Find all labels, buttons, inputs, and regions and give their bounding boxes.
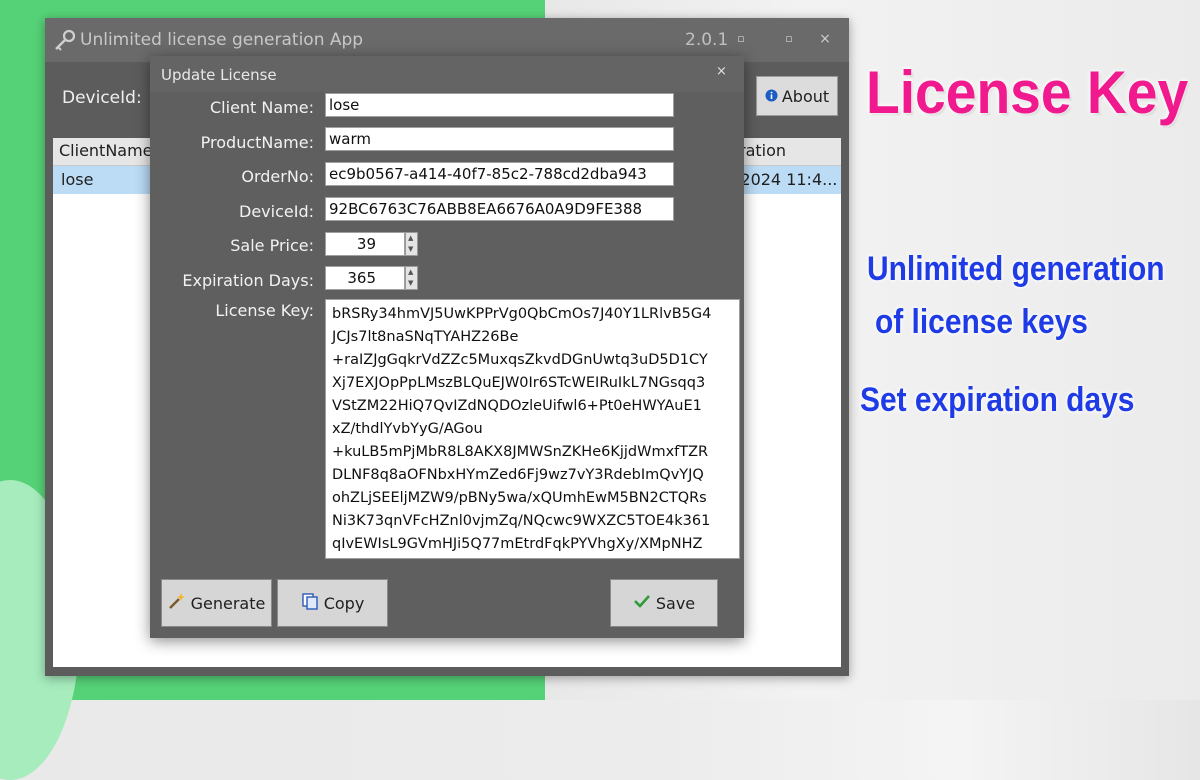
key-icon — [53, 28, 77, 52]
about-label: About — [781, 86, 830, 106]
magic-wand-icon — [168, 592, 186, 614]
stepper-up-icon[interactable]: ▲ — [408, 234, 413, 242]
column-header-clientname[interactable]: ClientName — [59, 141, 153, 160]
checkmark-icon — [633, 592, 651, 614]
about-button[interactable]: About — [756, 76, 838, 116]
license-key-line: bRSRy34hmVJ5UwKPPrVg0QbCmOs7J40Y1LRlvB5G… — [332, 306, 712, 322]
cell-client-name: lose — [61, 170, 94, 189]
stepper-down-icon[interactable]: ▼ — [408, 279, 413, 287]
copy-icon — [301, 592, 319, 614]
copy-label: Copy — [323, 593, 365, 613]
sale-price-label: Sale Price: — [230, 236, 314, 255]
column-header-expiration[interactable]: ration — [739, 141, 786, 160]
cell-expiration: /2024 11:4... — [735, 170, 838, 189]
license-key-textarea[interactable]: bRSRy34hmVJ5UwKPPrVg0QbCmOs7J40Y1LRlvB5G… — [325, 299, 740, 559]
save-label: Save — [655, 593, 696, 613]
license-key-line: Xj7EXJOpPpLMszBLQuEJW0Ir6STcWEIRuIkL7NGs… — [332, 375, 706, 391]
order-no-label: OrderNo: — [241, 167, 314, 186]
promo-line-unlimited: Unlimited generation — [867, 250, 1165, 288]
product-name-field[interactable]: warm — [325, 127, 674, 151]
sale-price-field[interactable]: 39 — [325, 232, 405, 256]
dialog-title: Update License — [161, 66, 277, 84]
expiration-days-stepper[interactable]: ▲ ▼ — [405, 266, 418, 290]
dialog-close-icon[interactable]: × — [716, 64, 727, 79]
expiration-days-label: Expiration Days: — [182, 271, 314, 290]
order-no-field[interactable]: ec9b0567-a414-40f7-85c2-788cd2dba943 — [325, 162, 674, 186]
license-key-line: DLNF8q8aOFNbxHYmZed6Fj9wz7vY3RdebImQvYJQ — [332, 467, 704, 483]
deviceid-label: DeviceId: — [62, 88, 142, 108]
copy-button[interactable]: Copy — [277, 579, 388, 627]
license-key-line: xZ/thdlYvbYyG/AGou — [332, 421, 483, 437]
license-key-line: Ni3K73qnVFcHZnl0vjmZq/NQcwc9WXZC5TOE4k36… — [332, 513, 711, 529]
device-id-label: DeviceId: — [239, 202, 314, 221]
app-version: 2.0.1 — [685, 30, 729, 50]
product-name-label: ProductName: — [200, 133, 314, 152]
info-icon — [765, 87, 778, 106]
license-key-line: VStZM22HiQ7QvIZdNQDOzleUifwl6+Pt0eHWYAuE… — [332, 398, 702, 414]
client-name-label: Client Name: — [210, 98, 314, 117]
promo-line-expiration: Set expiration days — [860, 381, 1135, 419]
stepper-down-icon[interactable]: ▼ — [408, 245, 413, 253]
update-license-dialog: Update License × Client Name: lose Produ… — [150, 56, 744, 638]
minimize-icon[interactable]: ▫ — [732, 30, 750, 48]
license-key-line: ohZLjSEEljMZW9/pBNy5wa/xQUmhEwM5BN2CTQRs — [332, 490, 707, 506]
client-name-field[interactable]: lose — [325, 93, 674, 117]
maximize-icon[interactable]: ▫ — [780, 30, 798, 48]
promo-line-keys: of license keys — [875, 303, 1088, 341]
sale-price-stepper[interactable]: ▲ ▼ — [405, 232, 418, 256]
device-id-field[interactable]: 92BC6763C76ABB8EA6676A0A9D9FE388 — [325, 197, 674, 221]
dialog-titlebar[interactable]: Update License × — [150, 56, 744, 92]
stepper-up-icon[interactable]: ▲ — [408, 268, 413, 276]
generate-button[interactable]: Generate — [161, 579, 272, 627]
close-icon[interactable]: × — [816, 30, 834, 48]
app-title: Unlimited license generation App — [80, 30, 364, 50]
license-key-line: +raIZJgGqkrVdZZc5MuxqsZkvdDGnUwtq3uD5D1C… — [332, 352, 708, 368]
license-key-label: License Key: — [215, 301, 314, 320]
license-key-line: JCJs7lt8naSNqTYAHZ26Be — [332, 329, 519, 345]
generate-label: Generate — [190, 593, 266, 613]
save-button[interactable]: Save — [610, 579, 718, 627]
promo-title: License Key — [866, 59, 1189, 126]
license-key-line: +kuLB5mPjMbR8L8AKX8JMWSnZKHe6KjjdWmxfTZR — [332, 444, 709, 460]
expiration-days-field[interactable]: 365 — [325, 266, 405, 290]
license-key-line: qIvEWIsL9GVmHJi5Q77mEtrdFqkPYVhgXy/XMpNH… — [332, 536, 703, 552]
